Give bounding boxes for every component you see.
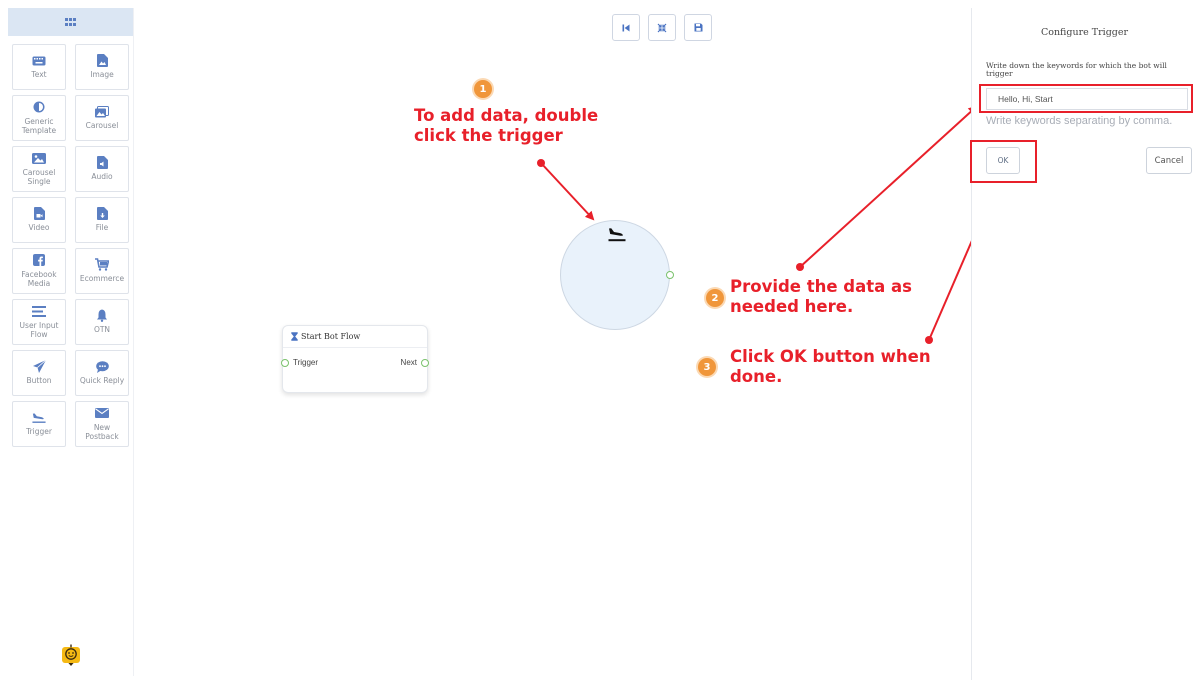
tool-label: User Input Flow xyxy=(19,320,59,340)
tool-label: Facebook Media xyxy=(21,269,57,289)
step-2-line: needed here. xyxy=(730,297,854,316)
chat-icon xyxy=(95,360,109,373)
port-circle[interactable] xyxy=(421,358,429,367)
tool-label: Image xyxy=(90,70,114,80)
start-node-header: Start Bot Flow xyxy=(283,326,427,348)
flow-builder-page: Text Image Generic Template Carousel Car… xyxy=(0,0,1197,680)
skip-back-icon xyxy=(622,24,630,31)
tool-label: OTN xyxy=(93,325,111,335)
tool-carousel[interactable]: Carousel xyxy=(75,95,129,141)
jump-to-start-button[interactable] xyxy=(612,14,640,41)
tool-facebook-media[interactable]: Facebook Media xyxy=(12,248,66,294)
port-circle[interactable] xyxy=(281,358,289,367)
images-icon xyxy=(95,105,109,118)
tool-label: Trigger xyxy=(26,427,52,437)
compress-icon xyxy=(657,23,667,32)
tool-file[interactable]: File xyxy=(75,197,129,243)
step-1-badge: 1 xyxy=(474,80,492,98)
half-circle-icon xyxy=(32,101,46,114)
panel-title: Configure Trigger xyxy=(1040,27,1129,38)
start-node-ports: Trigger Next xyxy=(281,358,429,367)
tool-label: Text xyxy=(31,70,47,80)
tool-label: File xyxy=(95,223,109,233)
tool-ecommerce[interactable]: Ecommerce xyxy=(75,248,129,294)
bot-logo-icon[interactable] xyxy=(61,644,81,668)
tool-label: Ecommerce xyxy=(79,274,125,284)
trigger-input-port[interactable]: Trigger xyxy=(281,358,318,367)
save-icon xyxy=(694,23,702,32)
step-2-text: Provide the data as needed here. xyxy=(730,277,912,317)
tool-label: Carousel xyxy=(85,121,119,131)
keywords-label: Write down the keywords for which the bo… xyxy=(986,61,1167,78)
tool-image[interactable]: Image xyxy=(75,44,129,90)
step-1-text: To add data, double click the trigger xyxy=(414,106,598,146)
tool-text[interactable]: Text xyxy=(12,44,66,90)
plane-landing-icon xyxy=(608,227,626,243)
step-3-line: done. xyxy=(730,367,783,386)
ok-button[interactable]: OK xyxy=(986,147,1020,174)
save-flow-button[interactable] xyxy=(684,14,712,41)
trigger-node[interactable] xyxy=(560,220,670,330)
tool-label: Generic Template xyxy=(21,116,57,136)
arrow-to-trigger xyxy=(537,159,595,221)
configure-trigger-panel: Configure Trigger Write down the keyword… xyxy=(971,8,1197,680)
tool-label: Button xyxy=(26,376,52,386)
start-bot-flow-node[interactable]: Start Bot Flow Trigger Next xyxy=(281,325,429,393)
list-icon xyxy=(32,305,46,318)
plane-landing-icon xyxy=(32,411,46,424)
bell-icon xyxy=(95,309,109,323)
step-1-line: click the trigger xyxy=(414,126,563,145)
tool-video[interactable]: Video xyxy=(12,197,66,243)
step-1-line: To add data, double xyxy=(414,106,599,125)
canvas-toolbar xyxy=(612,14,712,41)
step-3-badge: 3 xyxy=(698,358,716,376)
download-file-icon xyxy=(95,207,109,221)
component-sidebar: Text Image Generic Template Carousel Car… xyxy=(8,8,134,676)
step-3-text: Click OK button when done. xyxy=(730,347,931,387)
envelope-icon xyxy=(95,407,109,420)
next-output-port[interactable]: Next xyxy=(401,358,429,367)
keywords-input[interactable] xyxy=(986,88,1188,110)
tool-new-postback[interactable]: New Postback xyxy=(75,401,129,447)
center-view-button[interactable] xyxy=(648,14,676,41)
tool-label: Video xyxy=(28,223,50,233)
step-2-line: Provide the data as xyxy=(730,277,912,296)
tool-quick-reply[interactable]: Quick Reply xyxy=(75,350,129,396)
keywords-hint: Write keywords separating by comma. xyxy=(986,115,1173,127)
audio-file-icon xyxy=(95,156,109,170)
image-file-icon xyxy=(95,54,109,68)
tool-trigger[interactable]: Trigger xyxy=(12,401,66,447)
image-icon xyxy=(32,152,46,165)
tool-label: New Postback xyxy=(85,422,119,442)
send-icon xyxy=(32,360,46,374)
facebook-icon xyxy=(32,254,46,267)
tool-audio[interactable]: Audio xyxy=(75,146,129,192)
tool-label: Quick Reply xyxy=(79,376,125,386)
tool-button[interactable]: Button xyxy=(12,350,66,396)
tool-label: Carousel Single xyxy=(22,167,56,187)
cancel-button[interactable]: Cancel xyxy=(1146,147,1192,174)
arrow-to-keywords xyxy=(796,105,978,271)
keyboard-icon xyxy=(32,54,46,67)
step-2-badge: 2 xyxy=(706,289,724,307)
trigger-output-port[interactable] xyxy=(666,271,674,279)
cart-icon xyxy=(95,258,109,271)
tool-grid: Text Image Generic Template Carousel Car… xyxy=(12,44,130,447)
video-file-icon xyxy=(32,207,46,221)
sidebar-header[interactable] xyxy=(8,8,133,36)
step-3-line: Click OK button when xyxy=(730,347,931,366)
tool-otn[interactable]: OTN xyxy=(75,299,129,345)
grid-icon xyxy=(64,18,77,26)
tool-generic-template[interactable]: Generic Template xyxy=(12,95,66,141)
tool-label: Audio xyxy=(91,172,113,182)
tool-user-input-flow[interactable]: User Input Flow xyxy=(12,299,66,345)
start-node-title: Start Bot Flow xyxy=(301,332,361,341)
tool-carousel-single[interactable]: Carousel Single xyxy=(12,146,66,192)
trigger-port-label: Trigger xyxy=(293,358,319,367)
next-port-label: Next xyxy=(400,358,417,367)
hourglass-icon xyxy=(291,332,298,341)
